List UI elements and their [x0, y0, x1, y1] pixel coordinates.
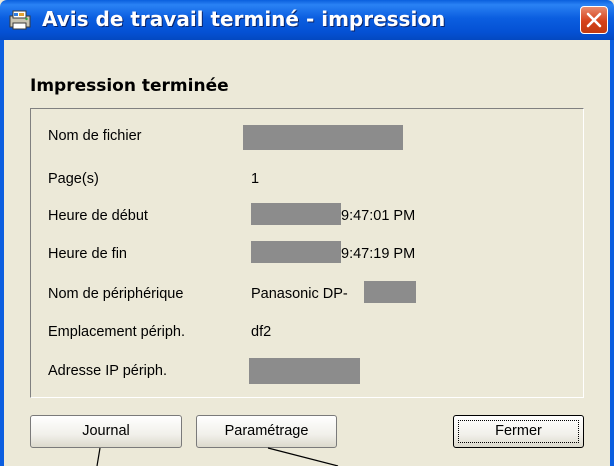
callout-line-parametrage — [267, 447, 339, 466]
callout-lines — [96, 447, 339, 466]
callout-line-journal — [96, 447, 101, 466]
